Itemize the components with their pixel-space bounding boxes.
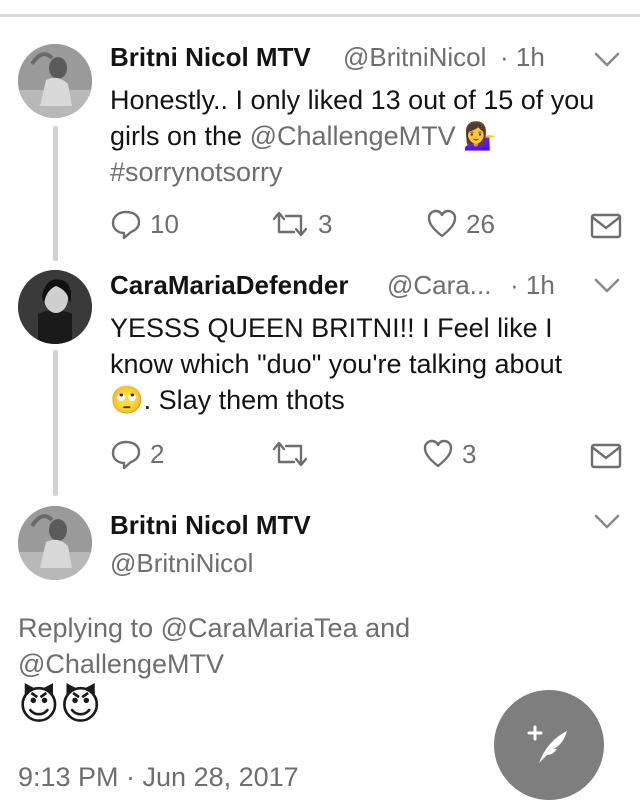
like-button[interactable]: 3 [422,438,476,470]
replying-and: and [365,613,411,643]
mail-icon [590,443,622,469]
reply-icon [111,440,141,470]
like-button[interactable]: 26 [426,208,495,240]
mention-link[interactable]: @ChallengeMTV [18,649,224,679]
tweet-timestamp: 9:13 PM · Jun 28, 2017 [18,762,299,792]
chevron-down-icon[interactable] [592,512,622,532]
avatar[interactable] [18,270,92,344]
retweet-button[interactable] [270,438,318,470]
emoji: 😈😈 [18,684,102,728]
mail-icon [590,213,622,239]
compose-tweet-button[interactable] [494,690,604,800]
username[interactable]: @BritniNicol [110,548,253,579]
heart-icon [427,209,457,238]
retweet-icon [272,441,308,467]
tweet-text: YESSS QUEEN BRITNI!! I Feel like I know … [110,310,620,418]
display-name[interactable]: CaraMariaDefender [110,270,348,301]
emoji: 🙄 [110,385,144,415]
username[interactable]: @Cara... [387,270,491,301]
emoji: 💁‍♀️ [463,121,497,151]
avatar[interactable] [18,506,92,580]
like-count: 26 [466,208,495,239]
mention-link[interactable]: @CaraMariaTea [161,613,358,643]
retweet-icon [272,211,308,237]
reply-icon [111,210,141,240]
chevron-down-icon[interactable] [592,276,622,296]
tweet-text: Honestly.. I only liked 13 out of 15 of … [110,82,600,190]
retweet-count: 3 [318,208,333,239]
dm-button[interactable] [590,442,622,470]
avatar[interactable] [18,44,92,118]
top-divider [0,14,640,17]
tweet-text-part: YESSS QUEEN BRITNI!! I Feel like I know … [110,313,563,379]
tweet-text-part: . Slay them thots [143,385,345,415]
like-count: 3 [462,438,477,469]
hashtag-link[interactable]: #sorrynotsorry [110,157,283,187]
thread-line [53,126,58,261]
retweet-button[interactable]: 3 [270,208,332,240]
compose-tweet-icon [527,725,567,763]
replying-prefix: Replying to [18,613,154,643]
reply-count: 2 [150,438,165,469]
tweet-time: · 1h [510,270,555,300]
chevron-down-icon[interactable] [592,50,622,70]
dm-button[interactable] [590,212,622,240]
mention-link[interactable]: @ChallengeMTV [250,121,456,151]
display-name[interactable]: Britni Nicol MTV [110,42,311,73]
replying-to: Replying to @CaraMariaTea and @Challenge… [18,610,438,682]
reply-button[interactable]: 10 [110,208,179,240]
reply-count: 10 [150,208,179,239]
reply-button[interactable]: 2 [110,438,164,470]
display-name[interactable]: Britni Nicol MTV [110,510,311,541]
heart-icon [423,439,453,468]
thread-line [53,350,58,496]
tweet-time: · 1h [500,42,545,72]
username[interactable]: @BritniNicol [343,42,486,73]
